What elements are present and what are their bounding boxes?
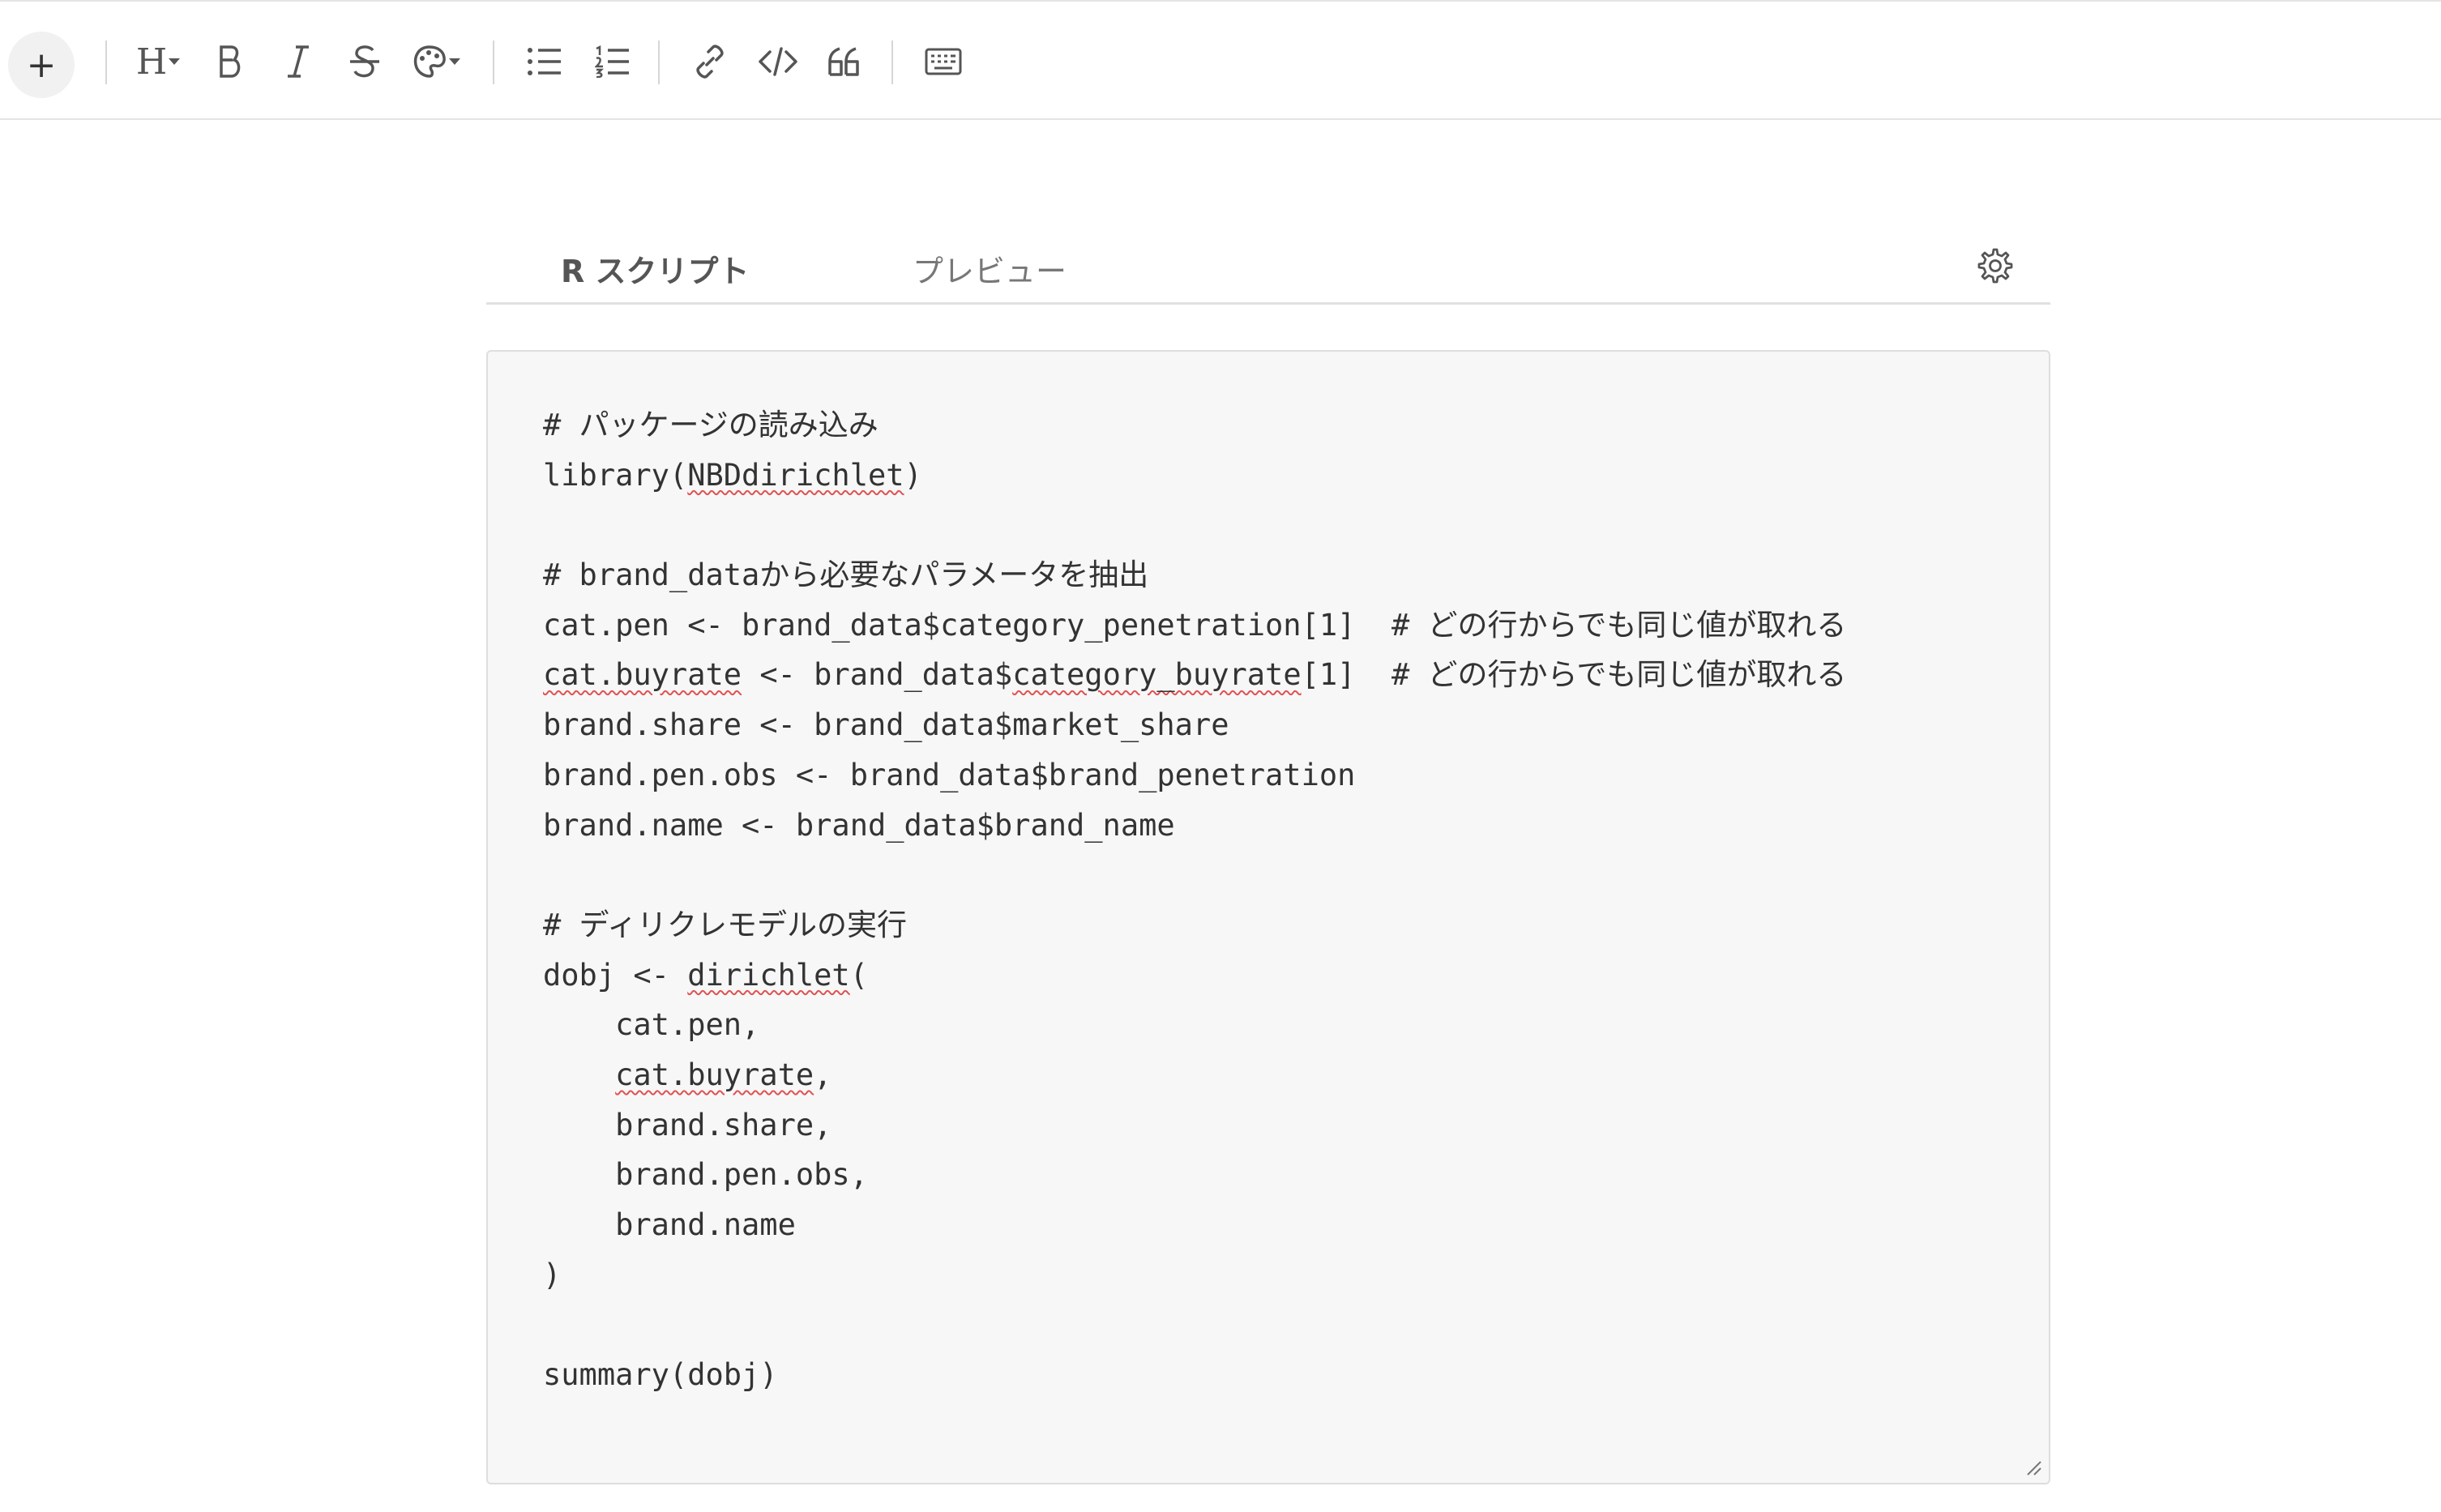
code-line[interactable]: dobj <- dirichlet( — [543, 950, 1846, 1001]
code-line[interactable]: # パッケージの読み込み — [543, 400, 1846, 451]
text-color-button[interactable] — [407, 29, 467, 94]
spellcheck-word[interactable]: cat.buyrate — [543, 657, 742, 692]
plus-icon: + — [26, 44, 57, 86]
code-line[interactable]: brand.name — [543, 1200, 1846, 1250]
code-line[interactable]: brand.name <- brand_data$brand_name — [543, 801, 1846, 851]
code-line[interactable]: summary(dobj) — [543, 1350, 1846, 1400]
caret-down-icon — [169, 58, 181, 65]
code-editor[interactable]: # パッケージの読み込みlibrary(NBDdirichlet)​# bran… — [486, 350, 2050, 1484]
code-line[interactable]: cat.pen <- brand_data$category_penetrati… — [543, 600, 1846, 651]
toolbar-divider — [105, 41, 107, 84]
heading-icon: H — [135, 41, 168, 83]
spellcheck-word[interactable]: NBDdirichlet — [687, 458, 904, 493]
code-line[interactable]: ​ — [543, 500, 1846, 550]
spellcheck-word[interactable]: dirichlet — [687, 958, 849, 993]
bold-icon — [220, 45, 241, 78]
caret-down-icon — [449, 58, 460, 65]
code-line[interactable]: brand.share <- brand_data$market_share — [543, 700, 1846, 750]
bullet-list-button[interactable] — [517, 29, 572, 94]
link-icon — [696, 45, 724, 79]
code-line[interactable]: brand.pen.obs, — [543, 1150, 1846, 1200]
code-line[interactable]: brand.pen.obs <- brand_data$brand_penetr… — [543, 750, 1846, 801]
strikethrough-icon — [350, 45, 379, 78]
code-line[interactable]: # ディリクレモデルの実行 — [543, 900, 1846, 950]
code-line[interactable]: ) — [543, 1250, 1846, 1301]
editor-tabs: R スクリプト プレビュー — [486, 227, 2050, 305]
code-line[interactable]: cat.pen, — [543, 1000, 1846, 1050]
toolbar-divider — [658, 41, 660, 84]
numbered-list-icon — [595, 45, 629, 78]
toolbar-divider — [493, 41, 494, 84]
italic-icon — [288, 45, 309, 78]
bold-button[interactable] — [204, 29, 256, 94]
strikethrough-button[interactable] — [339, 29, 391, 94]
resize-handle-icon[interactable] — [2024, 1459, 2042, 1476]
tab-preview[interactable]: プレビュー — [913, 246, 1067, 291]
keyboard-icon — [925, 48, 962, 75]
add-block-button[interactable]: + — [8, 32, 75, 98]
code-line[interactable]: library(NBDdirichlet) — [543, 451, 1846, 501]
tab-r-script[interactable]: R スクリプト — [561, 246, 750, 291]
italic-button[interactable] — [272, 29, 324, 94]
code-icon — [759, 47, 797, 76]
quote-icon — [828, 47, 859, 76]
spellcheck-word[interactable]: cat.buyrate — [615, 1057, 814, 1092]
palette-icon — [413, 45, 446, 78]
numbered-list-button[interactable] — [585, 29, 640, 94]
editor-toolbar: + H — [0, 0, 2441, 120]
code-line[interactable]: cat.buyrate <- brand_data$category_buyra… — [543, 650, 1846, 700]
gear-icon[interactable] — [1977, 248, 2013, 284]
quote-button[interactable] — [815, 29, 874, 94]
bullet-list-icon — [528, 48, 561, 75]
link-button[interactable] — [681, 29, 739, 94]
toolbar-divider — [891, 41, 893, 84]
code-line[interactable]: ​ — [543, 1300, 1846, 1350]
code-line[interactable]: ​ — [543, 850, 1846, 900]
heading-button[interactable]: H — [130, 29, 188, 94]
keyboard-shortcuts-button[interactable] — [913, 29, 974, 94]
code-line[interactable]: cat.buyrate, — [543, 1050, 1846, 1100]
code-line[interactable]: # brand_dataから必要なパラメータを抽出 — [543, 550, 1846, 600]
spellcheck-word[interactable]: category_buyrate — [1012, 657, 1301, 692]
code-button[interactable] — [749, 29, 807, 94]
code-line[interactable]: brand.share, — [543, 1100, 1846, 1151]
code-content[interactable]: # パッケージの読み込みlibrary(NBDdirichlet)​# bran… — [543, 400, 1846, 1400]
